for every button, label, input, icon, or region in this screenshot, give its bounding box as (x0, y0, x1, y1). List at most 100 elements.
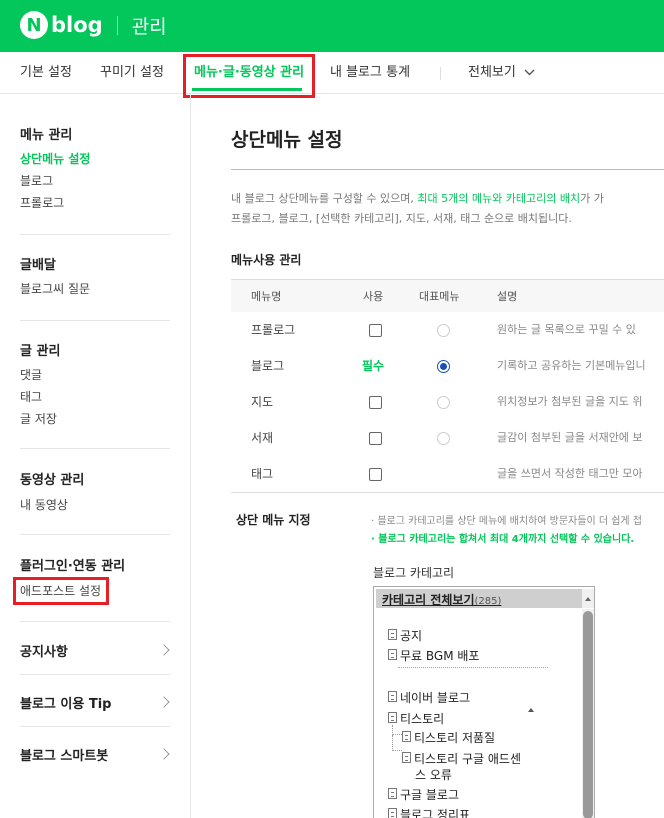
category-item[interactable]: 무료 BGM 배포 (388, 647, 479, 664)
column-header-use: 사용 (363, 290, 384, 303)
header-title: 관리 (131, 15, 167, 38)
naver-blog-logo[interactable]: N blog 관리 (20, 11, 167, 39)
tree-connector (392, 735, 402, 751)
sidebar-title-menu: 메뉴 관리 (20, 128, 73, 143)
tab-design-settings[interactable]: 꾸미기 설정 (100, 52, 164, 94)
sidebar-divider (20, 320, 170, 321)
document-icon (388, 712, 397, 723)
category-count: (285) (474, 596, 502, 607)
sidebar-divider (20, 726, 170, 727)
main-menu-radio[interactable] (437, 396, 450, 409)
menu-name: 블로그 (251, 359, 285, 373)
sidebar-link-notices[interactable]: 공지사항 (20, 641, 68, 660)
main-menu-radio[interactable] (437, 432, 450, 445)
scrollbar-thumb[interactable] (583, 611, 593, 818)
sidebar-item-top-menu[interactable]: 상단메뉴 설정 (20, 150, 90, 167)
category-item[interactable]: 구글 블로그 (388, 786, 459, 803)
sidebar-divider (20, 674, 170, 675)
chevron-right-icon (158, 748, 170, 760)
category-subitem[interactable]: 티스토리 저품질 (402, 729, 495, 746)
sidebar-item-tags[interactable]: 태그 (20, 388, 42, 405)
collapse-caret-icon[interactable] (528, 708, 534, 712)
menu-name: 프롤로그 (251, 323, 296, 337)
menu-name: 태그 (251, 467, 274, 481)
table-row: 블로그 필수 기록하고 공유하는 기본메뉴입니 (231, 348, 664, 384)
sidebar-title-video: 동영상 관리 (20, 473, 85, 488)
document-icon (402, 731, 411, 742)
table-header: 메뉴명 사용 대표메뉴 설명 (231, 279, 664, 312)
category-listbox[interactable]: 카테고리 전체보기(285) 공지 무료 BGM 배포 네이버 블로그 티스토리… (373, 586, 595, 818)
category-item[interactable]: 블로그 정리표 (388, 806, 470, 818)
sidebar-item-prologue[interactable]: 프롤로그 (20, 194, 64, 211)
blog-category-label: 블로그 카테고리 (373, 566, 455, 580)
menu-name: 지도 (251, 395, 274, 409)
category-all-label: 카테고리 전체보기(285) (382, 593, 502, 607)
use-checkbox[interactable] (369, 432, 382, 445)
table-bottom-border (231, 492, 664, 493)
table-row: 지도 위치정보가 첨부된 글을 지도 위 (231, 384, 664, 420)
sidebar-divider (20, 234, 170, 235)
menu-description: 원하는 글 목록으로 꾸밀 수 있 (497, 323, 636, 336)
logo-divider (116, 15, 118, 35)
assign-note-2: · 블로그 카테고리는 합쳐서 최대 4개까지 선택할 수 있습니다. (371, 534, 635, 545)
tab-divider (440, 67, 441, 80)
top-menu-assign-heading: 상단 메뉴 지정 (236, 513, 311, 527)
page-title: 상단메뉴 설정 (231, 129, 343, 151)
sidebar-divider (20, 448, 170, 449)
chevron-right-icon (158, 644, 170, 656)
use-checkbox[interactable] (369, 324, 382, 337)
main-content: 상단메뉴 설정 내 블로그 상단메뉴를 구성할 수 있으며, 최대 5개의 메뉴… (191, 94, 664, 818)
document-icon (388, 808, 397, 818)
category-item[interactable]: 공지 (388, 627, 422, 644)
menu-description: 글을 쓰면서 작성한 태그만 모아 (497, 467, 643, 480)
sidebar-item-comments[interactable]: 댓글 (20, 366, 42, 383)
sidebar-title-post-delivery: 글배달 (20, 258, 56, 273)
sidebar-title-plugins: 플러그인·연동 관리 (20, 559, 126, 574)
sidebar-divider (20, 621, 170, 622)
use-checkbox[interactable] (369, 468, 382, 481)
naver-n-icon: N (20, 11, 48, 39)
sidebar: 메뉴 관리 상단메뉴 설정 블로그 프롤로그 글배달 블로그씨 질문 글 관리 … (0, 94, 191, 818)
sidebar-item-my-videos[interactable]: 내 동영상 (20, 496, 68, 513)
tab-basic-settings[interactable]: 기본 설정 (20, 52, 72, 94)
sidebar-link-smartbot[interactable]: 블로그 스마트봇 (20, 745, 108, 764)
tab-view-all[interactable]: 전체보기 (468, 52, 535, 94)
document-icon (388, 649, 397, 660)
description-line-1: 내 블로그 상단메뉴를 구성할 수 있으며, 최대 5개의 메뉴와 카테고리의 … (231, 192, 604, 205)
table-row: 서재 글감이 첨부된 글을 서재안에 보 (231, 420, 664, 456)
top-bar: N blog 관리 (0, 0, 664, 52)
tab-view-all-label: 전체보기 (468, 65, 516, 80)
column-header-main-menu: 대표메뉴 (419, 290, 460, 303)
column-header-description: 설명 (497, 290, 518, 303)
highlight-box-sidebar (13, 577, 109, 605)
tab-bar: 기본 설정 꾸미기 설정 메뉴·글·동영상 관리 내 블로그 통계 전체보기 (0, 52, 664, 94)
use-checkbox[interactable] (369, 396, 382, 409)
table-row: 프롤로그 원하는 글 목록으로 꾸밀 수 있 (231, 312, 664, 348)
description-line-2: 프롤로그, 블로그, [선택한 카테고리], 지도, 서재, 태그 순으로 배치… (231, 212, 572, 225)
sidebar-item-saved-posts[interactable]: 글 저장 (20, 410, 57, 427)
chevron-down-icon (524, 69, 535, 76)
category-all-row[interactable]: 카테고리 전체보기(285) (376, 589, 594, 608)
menu-usage-heading: 메뉴사용 관리 (231, 253, 302, 267)
document-icon (388, 691, 397, 702)
main-menu-radio-selected[interactable] (437, 360, 450, 373)
tab-blog-stats[interactable]: 내 블로그 통계 (330, 52, 410, 94)
category-subitem-wrap: 스 오류 (415, 768, 452, 782)
menu-description: 기록하고 공유하는 기본메뉴입니 (497, 359, 646, 372)
document-icon (388, 788, 397, 799)
document-icon (402, 752, 411, 763)
category-separator (398, 667, 548, 668)
required-label: 필수 (362, 359, 385, 373)
logo-blog-text: blog (51, 13, 103, 37)
main-menu-radio[interactable] (437, 324, 450, 337)
sidebar-item-blogc-question[interactable]: 블로그씨 질문 (20, 280, 90, 297)
menu-description: 글감이 첨부된 글을 서재안에 보 (497, 431, 643, 444)
tree-connector (392, 725, 402, 735)
category-subitem[interactable]: 티스토리 구글 애드센 (402, 750, 521, 767)
sidebar-link-blog-tips[interactable]: 블로그 이용 Tip (20, 693, 111, 712)
assign-note-1: · 블로그 카테고리를 상단 메뉴에 배치하여 방문자들이 더 쉽게 접 (371, 516, 642, 527)
category-item[interactable]: 네이버 블로그 (388, 689, 470, 706)
sidebar-item-blog[interactable]: 블로그 (20, 172, 53, 189)
column-header-name: 메뉴명 (251, 290, 282, 303)
scroll-up-arrow[interactable] (582, 589, 594, 608)
